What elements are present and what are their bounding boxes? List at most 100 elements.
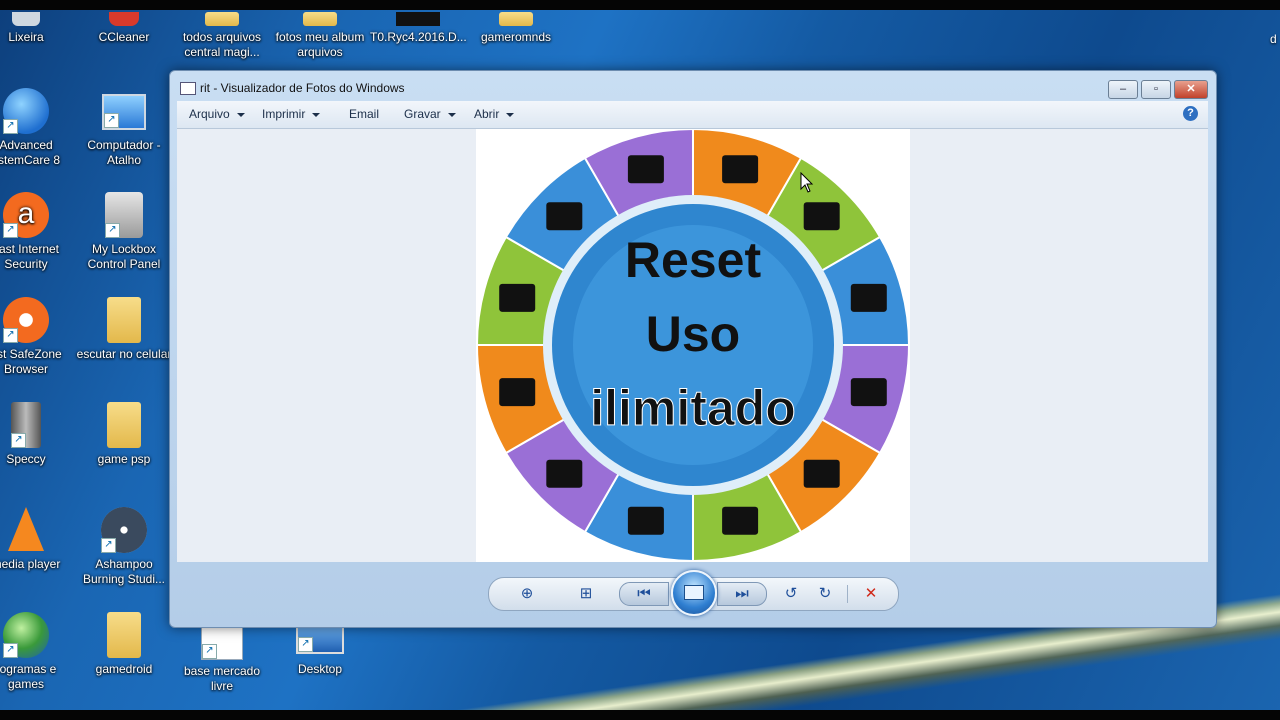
menu-label: Gravar xyxy=(404,107,441,121)
folder-icon xyxy=(499,12,533,26)
video-file-icon xyxy=(396,12,440,26)
desktop-icon-ashampoo[interactable]: ↗ Ashampoo Burning Studi... xyxy=(76,507,172,587)
desktop-icon-safezone[interactable]: ↗ ast SafeZone Browser xyxy=(0,297,74,377)
printer-icon xyxy=(850,378,887,407)
icon-label: Speccy xyxy=(6,452,46,466)
rotate-cw-icon[interactable]: ↻ xyxy=(813,584,837,604)
speccy-icon: ↗ xyxy=(11,402,41,448)
icon-label: vast Internet Security xyxy=(0,242,60,271)
folder-icon xyxy=(107,402,141,448)
actual-size-icon[interactable]: ⊞ xyxy=(574,584,598,604)
rotate-ccw-icon[interactable]: ↺ xyxy=(779,584,803,604)
maximize-button[interactable]: ▫ xyxy=(1141,80,1171,99)
printer-icon xyxy=(850,283,887,312)
menu-label: Imprimir xyxy=(262,107,306,121)
icon-label: Advanced ystemCare 8 xyxy=(0,138,61,167)
icon-label: escutar no celular xyxy=(76,347,172,361)
desktop-icon-vlc[interactable]: media player xyxy=(0,507,74,572)
icon-label: ast SafeZone Browser xyxy=(0,347,62,376)
desktop-icon-escutar[interactable]: escutar no celular xyxy=(76,297,172,362)
desktop-icon-computador[interactable]: ↗ Computador - Atalho xyxy=(76,88,172,168)
printer-icon xyxy=(499,283,536,312)
next-icon: ⏭ xyxy=(735,585,749,602)
previous-button[interactable]: ⏮ xyxy=(619,582,669,606)
icon-label: gamedroid xyxy=(95,662,153,676)
chevron-down-icon xyxy=(447,112,456,117)
mouse-cursor-icon xyxy=(800,172,814,193)
icon-label: T0.Ryc4.2016.D... xyxy=(370,30,467,44)
printer-icon xyxy=(546,459,583,488)
menu-bar: Arquivo Imprimir Email Gravar Abrir ? xyxy=(177,101,1208,129)
icon-label: Lixeira xyxy=(8,30,44,44)
printer-icon xyxy=(546,202,583,231)
icon-label: rogramas e games xyxy=(0,662,57,691)
displayed-photo: Reset Uso ilimitado xyxy=(475,127,911,563)
delete-icon[interactable]: ✕ xyxy=(859,584,883,604)
desktop-icon-advanced-systemcare[interactable]: ↗ Advanced ystemCare 8 xyxy=(0,88,74,168)
icon-label: todos arquivos central magi... xyxy=(182,30,262,59)
folder-icon xyxy=(107,612,141,658)
advanced-systemcare-icon: ↗ xyxy=(3,88,49,134)
folder-icon xyxy=(303,12,337,26)
desktop-icon-todos-arquivos[interactable]: todos arquivos central magi... xyxy=(174,12,270,60)
ashampoo-icon: ↗ xyxy=(101,507,147,553)
image-view-area[interactable]: Reset Uso ilimitado xyxy=(177,127,1208,563)
reset-wheel-graphic: Reset Uso ilimitado xyxy=(475,127,911,563)
icon-label: Ashampoo Burning Studi... xyxy=(82,557,166,586)
printer-icon xyxy=(499,378,536,407)
desktop-icon-ccleaner[interactable]: CCleaner xyxy=(76,12,172,45)
chevron-down-icon xyxy=(312,112,321,117)
printer-icon xyxy=(627,506,664,535)
desktop-icon-programas[interactable]: ↗ rogramas e games xyxy=(0,612,74,692)
desktop-icon-game-psp[interactable]: game psp xyxy=(76,402,172,467)
printer-icon xyxy=(722,506,759,535)
desktop-icon-lockbox[interactable]: ↗ My Lockbox Control Panel xyxy=(76,192,172,272)
top-black-bar xyxy=(0,0,1280,10)
slideshow-button[interactable] xyxy=(671,570,717,616)
icon-label: Desktop xyxy=(297,662,343,676)
icon-label: fotos meu album arquivos xyxy=(275,30,365,59)
zoom-icon[interactable]: ⊕ xyxy=(515,584,539,604)
menu-gravar[interactable]: Gravar xyxy=(404,107,456,121)
icon-label: base mercado livre xyxy=(183,664,261,693)
printer-icon xyxy=(803,202,840,231)
avast-icon: a ↗ xyxy=(3,192,49,238)
icon-label: CCleaner xyxy=(98,30,150,44)
icon-label: game psp xyxy=(97,452,151,466)
icon-label: My Lockbox Control Panel xyxy=(87,242,161,271)
close-button[interactable]: ✕ xyxy=(1174,80,1208,99)
menu-abrir[interactable]: Abrir xyxy=(474,107,515,121)
desktop-icon-t0ryc[interactable]: T0.Ryc4.2016.D... xyxy=(370,12,467,45)
desktop-icon-avast[interactable]: a↗ vast Internet Security xyxy=(0,192,74,272)
next-button[interactable]: ⏭ xyxy=(717,582,767,606)
desktop-icon-speccy[interactable]: ↗ Speccy xyxy=(0,402,74,467)
viewer-toolbar: ⊕ ⊞ ⏮ ⏭ ↺ ↻ ✕ xyxy=(488,570,899,616)
lockbox-icon: ↗ xyxy=(105,192,143,238)
desktop-icon-lixeira[interactable]: Lixeira xyxy=(0,12,74,45)
folder-icon xyxy=(107,297,141,343)
ccleaner-icon xyxy=(109,12,139,26)
icon-label: media player xyxy=(0,557,61,571)
printer-icon xyxy=(627,155,664,184)
photo-viewer-app-icon xyxy=(180,82,196,95)
toolbar-divider xyxy=(847,585,848,603)
menu-label: Email xyxy=(349,107,380,121)
vlc-icon xyxy=(8,507,44,551)
desktop-icon-fotos[interactable]: fotos meu album arquivos xyxy=(272,12,368,60)
menu-arquivo[interactable]: Arquivo xyxy=(189,107,245,121)
menu-imprimir[interactable]: Imprimir xyxy=(262,107,321,121)
safezone-icon: ↗ xyxy=(3,297,49,343)
desktop-icon-gameromnds[interactable]: gameromnds xyxy=(468,12,564,45)
uso-text: Uso xyxy=(646,306,740,362)
title-bar[interactable]: rit - Visualizador de Fotos do Windows –… xyxy=(170,71,1216,101)
window-title: rit - Visualizador de Fotos do Windows xyxy=(200,81,405,95)
menu-email[interactable]: Email xyxy=(349,107,379,121)
help-icon[interactable]: ? xyxy=(1183,106,1198,121)
printer-icon xyxy=(722,155,759,184)
globe-icon: ↗ xyxy=(3,612,49,658)
photo-viewer-window: rit - Visualizador de Fotos do Windows –… xyxy=(169,70,1217,628)
menu-label: Abrir xyxy=(474,107,500,121)
folder-icon xyxy=(205,12,239,26)
minimize-button[interactable]: – xyxy=(1108,80,1138,99)
desktop-icon-gamedroid[interactable]: gamedroid xyxy=(76,612,172,677)
